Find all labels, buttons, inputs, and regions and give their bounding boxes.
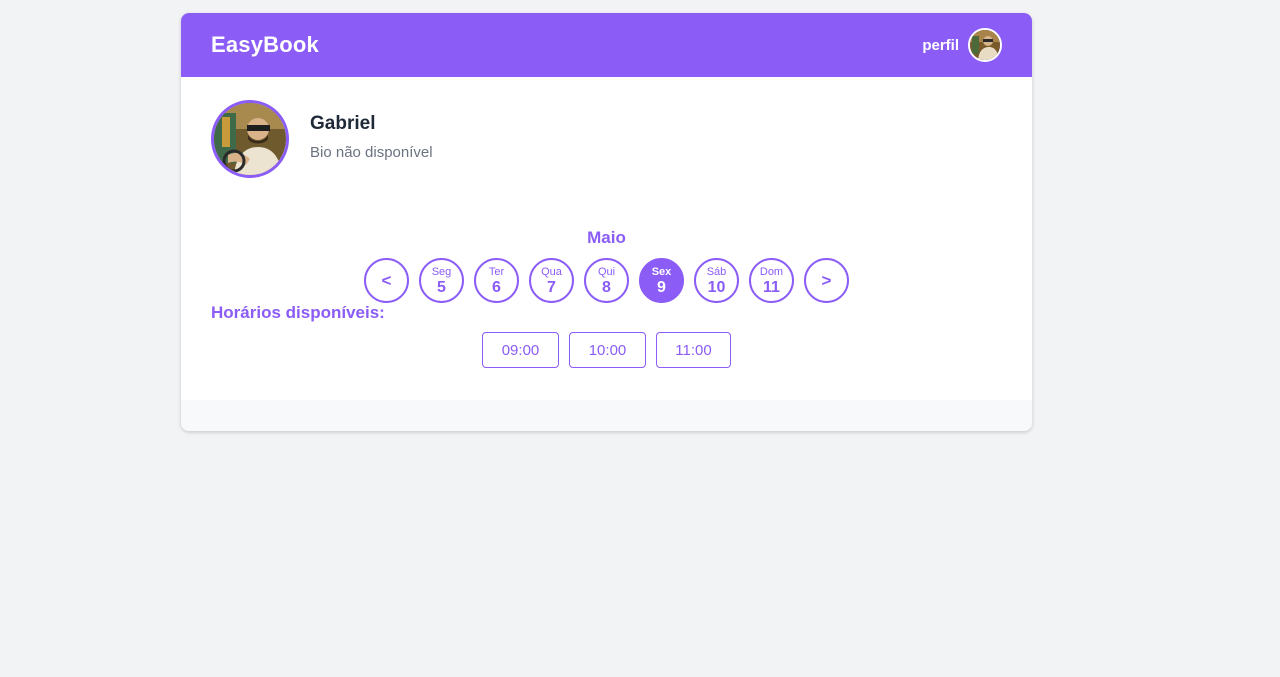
profile-link[interactable]: perfil (922, 28, 1002, 62)
app-logo[interactable]: EasyBook (211, 32, 319, 58)
day-button-qui[interactable]: Qui 8 (584, 258, 629, 303)
day-name: Qui (597, 266, 616, 278)
next-week-button[interactable]: > (804, 258, 849, 303)
day-number: 10 (707, 279, 726, 296)
time-slot-button[interactable]: 10:00 (569, 332, 646, 368)
day-number: 8 (602, 279, 611, 296)
day-button-qua[interactable]: Qua 7 (529, 258, 574, 303)
profile-label[interactable]: perfil (922, 37, 959, 54)
user-bio: Bio não disponível (310, 144, 433, 161)
time-slots: 09:00 10:00 11:00 (482, 332, 741, 368)
day-name: Dom (759, 266, 784, 278)
time-slot-button[interactable]: 09:00 (482, 332, 559, 368)
prev-week-button[interactable]: < (364, 258, 409, 303)
header-avatar[interactable] (968, 28, 1002, 62)
day-button-ter[interactable]: Ter 6 (474, 258, 519, 303)
day-number: 11 (763, 279, 780, 296)
day-name: Qua (541, 266, 562, 278)
user-name: Gabriel (310, 113, 376, 134)
day-button-dom[interactable]: Dom 11 (749, 258, 794, 303)
avatar-image-icon (970, 30, 1000, 60)
day-selector: < Seg 5 Ter 6 Qua 7 Qui 8 Sex 9 Sáb 10 D… (364, 258, 859, 303)
day-name: Sex (651, 266, 672, 278)
day-button-sab[interactable]: Sáb 10 (694, 258, 739, 303)
day-button-seg[interactable]: Seg 5 (419, 258, 464, 303)
card-footer (181, 400, 1032, 431)
day-name: Seg (431, 266, 452, 278)
day-name: Sáb (706, 266, 727, 278)
day-number: 6 (492, 279, 501, 296)
available-hours-title: Horários disponíveis: (211, 303, 385, 322)
booking-card: EasyBook perfil Gabriel Bio não disponív… (181, 13, 1032, 431)
day-number: 9 (657, 279, 666, 296)
month-label: Maio (587, 228, 626, 247)
day-button-sex[interactable]: Sex 9 (639, 258, 684, 303)
app-header: EasyBook perfil (181, 13, 1032, 77)
day-number: 5 (437, 279, 446, 296)
user-section: Gabriel Bio não disponível (211, 100, 433, 178)
avatar-image-icon (214, 103, 286, 175)
day-name: Ter (488, 266, 505, 278)
user-info: Gabriel Bio não disponível (310, 113, 433, 161)
day-number: 7 (547, 279, 556, 296)
user-avatar (211, 100, 289, 178)
time-slot-button[interactable]: 11:00 (656, 332, 731, 368)
